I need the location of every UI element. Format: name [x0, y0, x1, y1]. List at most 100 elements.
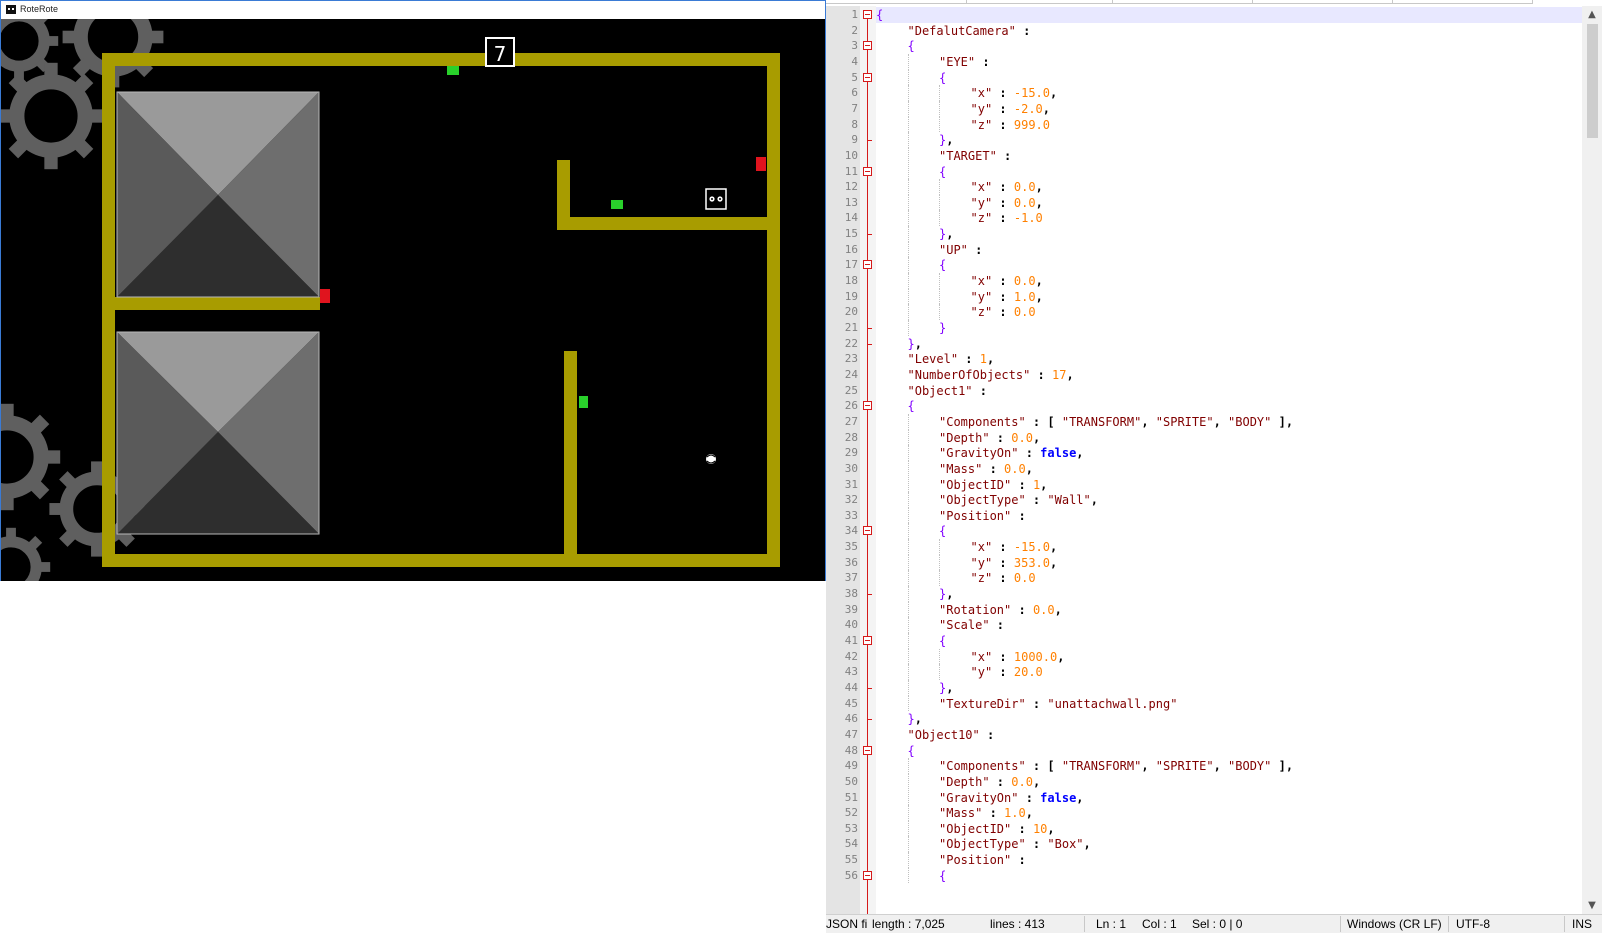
- code-line[interactable]: {: [939, 70, 946, 86]
- code-line[interactable]: "Scale" :: [939, 617, 1004, 633]
- code-token: ,: [1066, 367, 1074, 382]
- editor-tab[interactable]: [966, 0, 1113, 4]
- code-token: "Object10": [907, 727, 980, 742]
- editor-tab[interactable]: [1252, 0, 1393, 4]
- code-line[interactable]: "z" : 0.0: [971, 570, 1036, 586]
- editor-tab[interactable]: [826, 0, 967, 4]
- editor-tab-bar[interactable]: [826, 0, 1602, 4]
- code-line[interactable]: "z" : 0.0: [971, 304, 1036, 320]
- code-line[interactable]: "DefalutCamera" :: [908, 23, 1038, 39]
- code-line[interactable]: "Object1" :: [908, 383, 987, 399]
- code-line[interactable]: {: [939, 523, 946, 539]
- code-line[interactable]: "Position" :: [939, 852, 1026, 868]
- code-line[interactable]: "Rotation" : 0.0,: [939, 602, 1062, 618]
- code-line[interactable]: "TARGET" :: [939, 148, 1011, 164]
- code-line[interactable]: "Components" : [ "TRANSFORM", "SPRITE", …: [939, 758, 1293, 774]
- code-line[interactable]: },: [939, 586, 953, 602]
- code-token: ,: [1213, 414, 1229, 429]
- code-line[interactable]: {: [908, 38, 915, 54]
- code-token: "unattachwall.png": [1047, 696, 1178, 711]
- fold-toggle-icon[interactable]: [863, 72, 872, 82]
- fold-margin[interactable]: [860, 6, 876, 914]
- code-line[interactable]: "y" : 353.0,: [971, 555, 1058, 571]
- code-token: :: [989, 774, 1012, 789]
- code-line[interactable]: "Mass" : 1.0,: [939, 805, 1033, 821]
- line-number: 9: [851, 133, 858, 147]
- code-line[interactable]: {: [939, 633, 946, 649]
- editor-tab[interactable]: [1112, 0, 1253, 4]
- code-token: ,: [1090, 493, 1098, 508]
- status-insert-mode[interactable]: INS: [1572, 917, 1592, 931]
- code-token: :: [992, 117, 1014, 132]
- code-line[interactable]: "Components" : [ "TRANSFORM", "SPRITE", …: [939, 414, 1293, 430]
- fold-toggle-icon[interactable]: [863, 260, 872, 270]
- scroll-down-icon[interactable]: ▼: [1582, 897, 1602, 914]
- fold-toggle-icon[interactable]: [863, 636, 872, 645]
- code-editor[interactable]: {"DefalutCamera" : {"EYE" :{"x" : -15.0,…: [876, 6, 1582, 914]
- fold-toggle-icon[interactable]: [863, 41, 872, 51]
- fold-toggle-icon[interactable]: [863, 10, 872, 19]
- code-line[interactable]: "ObjectType" : "Wall",: [939, 492, 1098, 508]
- code-line[interactable]: "y" : -2.0,: [971, 101, 1051, 117]
- status-eol[interactable]: Windows (CR LF): [1347, 917, 1442, 931]
- code-line[interactable]: "x" : 0.0,: [971, 179, 1043, 195]
- code-line[interactable]: "z" : 999.0: [971, 117, 1051, 133]
- code-line[interactable]: "Position" :: [939, 508, 1026, 524]
- code-line[interactable]: "Object10" :: [908, 727, 995, 743]
- code-token: ,: [1035, 195, 1043, 210]
- code-line[interactable]: "Level" : 1,: [908, 351, 995, 367]
- game-canvas[interactable]: 7: [1, 19, 825, 581]
- code-line[interactable]: {: [939, 257, 946, 273]
- code-line[interactable]: "Depth" : 0.0,: [939, 430, 1040, 446]
- fold-toggle-icon[interactable]: [863, 745, 872, 755]
- code-line[interactable]: "ObjectID" : 1,: [939, 477, 1047, 493]
- code-line[interactable]: "Mass" : 0.0,: [939, 461, 1033, 477]
- editor-tab[interactable]: [1392, 0, 1533, 4]
- code-token: "y": [970, 289, 993, 304]
- status-encoding[interactable]: UTF-8: [1456, 917, 1490, 931]
- code-line[interactable]: },: [908, 711, 922, 727]
- code-line[interactable]: "Depth" : 0.0,: [939, 774, 1040, 790]
- code-line[interactable]: {: [939, 164, 946, 180]
- scroll-up-icon[interactable]: ▲: [1582, 6, 1602, 23]
- code-line[interactable]: "TextureDir" : "unattachwall.png": [939, 696, 1177, 712]
- code-line[interactable]: "z" : -1.0: [971, 210, 1043, 226]
- code-token: "Position": [939, 853, 1012, 868]
- code-line[interactable]: {: [939, 868, 946, 884]
- code-line[interactable]: },: [908, 336, 922, 352]
- code-line[interactable]: "EYE" :: [939, 54, 990, 70]
- fold-toggle-icon[interactable]: [863, 870, 872, 880]
- code-line[interactable]: "x" : 1000.0,: [971, 649, 1065, 665]
- code-token: "y": [970, 555, 993, 570]
- code-line[interactable]: "NumberOfObjects" : 17,: [908, 367, 1074, 383]
- code-line[interactable]: "y" : 0.0,: [971, 195, 1043, 211]
- code-line[interactable]: },: [939, 132, 953, 148]
- fold-toggle-icon[interactable]: [863, 166, 872, 176]
- code-line[interactable]: "GravityOn" : false,: [939, 445, 1084, 461]
- code-line[interactable]: {: [908, 398, 915, 414]
- line-number: 34: [844, 524, 858, 538]
- game-titlebar[interactable]: RoteRote: [1, 1, 825, 19]
- code-line[interactable]: {: [876, 7, 883, 23]
- code-line[interactable]: "ObjectType" : "Box",: [939, 836, 1091, 852]
- code-line[interactable]: "x" : -15.0,: [971, 539, 1058, 555]
- fold-toggle-icon[interactable]: [863, 401, 872, 411]
- code-line[interactable]: "x" : 0.0,: [971, 273, 1043, 289]
- line-number: 2: [851, 23, 858, 37]
- scroll-thumb[interactable]: [1587, 24, 1598, 138]
- code-line[interactable]: "ObjectID" : 10,: [939, 821, 1055, 837]
- code-line[interactable]: "GravityOn" : false,: [939, 790, 1084, 806]
- line-number: 25: [844, 383, 858, 397]
- code-line[interactable]: },: [939, 680, 953, 696]
- code-line[interactable]: "x" : -15.0,: [971, 85, 1058, 101]
- code-token: 999.0: [1013, 117, 1050, 132]
- fold-toggle-icon[interactable]: [863, 526, 872, 536]
- vertical-scrollbar[interactable]: ▲ ▼: [1582, 6, 1602, 914]
- code-line[interactable]: }: [939, 320, 946, 336]
- code-line[interactable]: "y" : 20.0: [971, 664, 1043, 680]
- code-line[interactable]: },: [939, 226, 953, 242]
- code-line[interactable]: {: [908, 743, 915, 759]
- code-token: 0.0: [1032, 602, 1055, 617]
- code-line[interactable]: "UP" :: [939, 242, 982, 258]
- code-line[interactable]: "y" : 1.0,: [971, 289, 1043, 305]
